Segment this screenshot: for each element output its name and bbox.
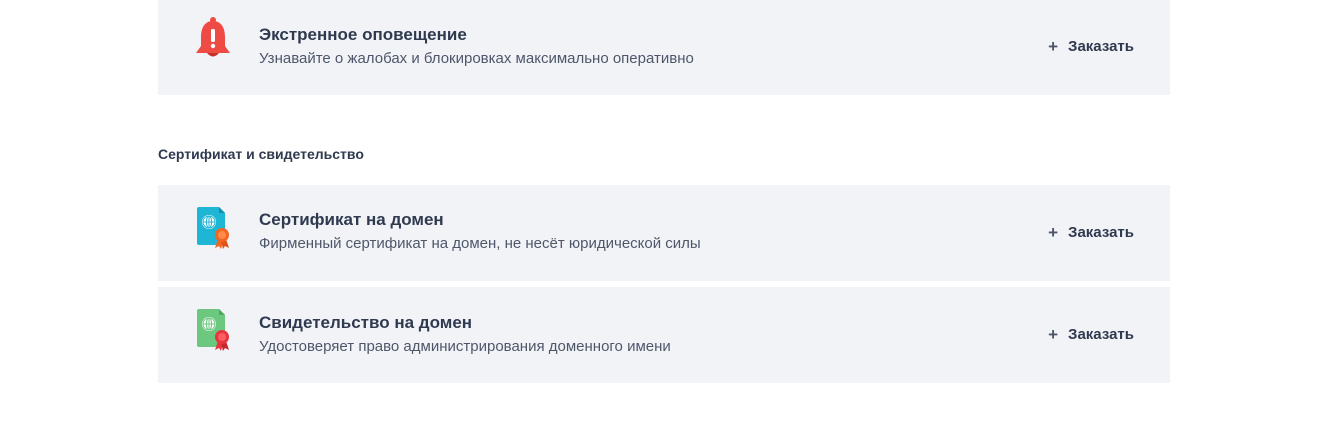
plus-icon: + — [1048, 223, 1059, 242]
domain-testimony-card: Свидетельство на домен Удостоверяет прав… — [158, 287, 1170, 383]
card-title: Экстренное оповещение — [259, 25, 467, 44]
order-label: Заказать — [1068, 38, 1134, 55]
bell-alert-icon — [194, 16, 234, 60]
order-label: Заказать — [1068, 224, 1134, 241]
emergency-notification-card: Экстренное оповещение Узнавайте о жалоба… — [158, 0, 1170, 95]
order-button[interactable]: + Заказать — [1048, 38, 1134, 55]
order-label: Заказать — [1068, 326, 1134, 343]
domain-certificate-card: Сертификат на домен Фирменный сертификат… — [158, 185, 1170, 281]
card-description: Удостоверяет право администрирования дом… — [259, 338, 671, 355]
order-button[interactable]: + Заказать — [1048, 326, 1134, 343]
domain-testimony-icon — [194, 307, 234, 351]
order-button[interactable]: + Заказать — [1048, 224, 1134, 241]
card-description: Узнавайте о жалобах и блокировках максим… — [259, 50, 694, 67]
section-title: Сертификат и свидетельство — [158, 146, 364, 162]
card-description: Фирменный сертификат на домен, не несёт … — [259, 235, 701, 252]
card-title: Сертификат на домен — [259, 210, 444, 229]
domain-certificate-icon — [194, 205, 234, 249]
card-title: Свидетельство на домен — [259, 313, 473, 332]
plus-icon: + — [1048, 325, 1059, 344]
plus-icon: + — [1048, 37, 1059, 56]
